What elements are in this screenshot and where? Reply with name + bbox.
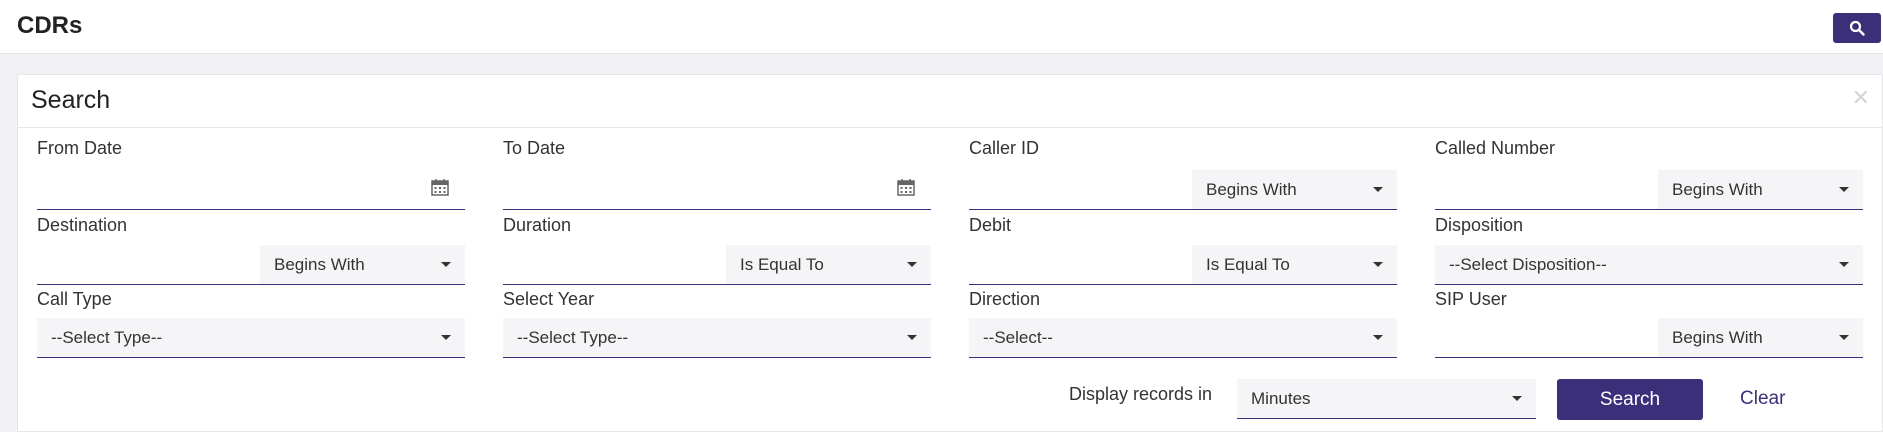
- called-number-operator-select[interactable]: Begins With: [1658, 170, 1863, 210]
- direction-value: --Select--: [983, 328, 1053, 347]
- direction-underline: [969, 357, 1397, 358]
- search-icon: [1849, 20, 1865, 36]
- duration-operator-select[interactable]: Is Equal To: [726, 245, 931, 285]
- disposition-field: Disposition --Select Disposition--: [1435, 215, 1863, 285]
- call-type-field: Call Type --Select Type--: [37, 289, 465, 359]
- to-date-input[interactable]: [503, 209, 931, 210]
- disposition-select[interactable]: --Select Disposition--: [1435, 245, 1863, 285]
- direction-select[interactable]: --Select--: [969, 318, 1397, 358]
- disposition-value: --Select Disposition--: [1449, 255, 1607, 274]
- sip-user-label: SIP User: [1435, 289, 1507, 309]
- called-number-input[interactable]: [1435, 209, 1863, 210]
- chevron-down-icon: [1839, 262, 1849, 267]
- direction-label: Direction: [969, 289, 1041, 309]
- top-bar: CDRs: [0, 0, 1883, 54]
- select-year-underline: [503, 357, 931, 358]
- page-title: CDRs: [17, 12, 83, 39]
- select-year-field: Select Year --Select Type--: [503, 289, 931, 359]
- duration-label: Duration: [503, 215, 572, 235]
- duration-input[interactable]: [503, 284, 931, 285]
- duration-operator-value: Is Equal To: [740, 255, 824, 274]
- debit-label: Debit: [969, 215, 1012, 235]
- chevron-down-icon: [1373, 262, 1383, 267]
- display-records-select[interactable]: Minutes: [1237, 379, 1536, 419]
- sip-user-operator-select[interactable]: Begins With: [1658, 318, 1863, 358]
- called-number-field: Called Number Begins With: [1435, 138, 1863, 210]
- from-date-label: From Date: [37, 138, 123, 158]
- select-year-select[interactable]: --Select Type--: [503, 318, 931, 358]
- chevron-down-icon: [441, 262, 451, 267]
- debit-operator-select[interactable]: Is Equal To: [1192, 245, 1397, 285]
- chevron-down-icon: [907, 335, 917, 340]
- caller-id-label: Caller ID: [969, 138, 1040, 158]
- call-type-select[interactable]: --Select Type--: [37, 318, 465, 358]
- select-year-label: Select Year: [503, 289, 595, 309]
- destination-operator-value: Begins With: [274, 255, 365, 274]
- panel-title: Search: [31, 86, 111, 114]
- from-date-input[interactable]: [37, 209, 465, 210]
- display-records-value: Minutes: [1251, 388, 1311, 408]
- duration-field: Duration Is Equal To: [503, 215, 931, 285]
- debit-input[interactable]: [969, 284, 1397, 285]
- close-icon[interactable]: ✕: [1852, 85, 1870, 111]
- call-type-value: --Select Type--: [51, 328, 163, 347]
- calendar-icon[interactable]: [431, 178, 449, 196]
- destination-input[interactable]: [37, 284, 465, 285]
- debit-operator-value: Is Equal To: [1206, 255, 1290, 274]
- chevron-down-icon: [907, 262, 917, 267]
- chevron-down-icon: [1512, 396, 1522, 401]
- display-records-label: Display records in: [1069, 384, 1213, 404]
- chevron-down-icon: [1373, 335, 1383, 340]
- caller-id-field: Caller ID Begins With: [969, 138, 1397, 210]
- caller-id-operator-value: Begins With: [1206, 180, 1297, 199]
- called-number-label: Called Number: [1435, 138, 1556, 158]
- chevron-down-icon: [1839, 335, 1849, 340]
- caller-id-operator-select[interactable]: Begins With: [1192, 170, 1397, 210]
- call-type-label: Call Type: [37, 289, 112, 309]
- call-type-underline: [37, 357, 465, 358]
- select-year-value: --Select Type--: [517, 328, 629, 347]
- to-date-field: To Date: [503, 138, 931, 210]
- destination-field: Destination Begins With: [37, 215, 465, 285]
- sip-user-field: SIP User Begins With: [1435, 289, 1863, 359]
- to-date-label: To Date: [503, 138, 566, 158]
- clear-button[interactable]: Clear: [1740, 388, 1785, 410]
- debit-field: Debit Is Equal To: [969, 215, 1397, 285]
- from-date-field: From Date: [37, 138, 465, 210]
- chevron-down-icon: [1373, 187, 1383, 192]
- disposition-label: Disposition: [1435, 215, 1524, 235]
- sip-user-operator-value: Begins With: [1672, 328, 1763, 347]
- destination-operator-select[interactable]: Begins With: [260, 245, 465, 285]
- search-button[interactable]: Search: [1557, 379, 1703, 420]
- toggle-search-button[interactable]: [1833, 13, 1881, 43]
- destination-label: Destination: [37, 215, 128, 235]
- calendar-icon[interactable]: [897, 178, 915, 196]
- chevron-down-icon: [1839, 187, 1849, 192]
- direction-field: Direction --Select--: [969, 289, 1397, 359]
- chevron-down-icon: [441, 335, 451, 340]
- called-number-operator-value: Begins With: [1672, 180, 1763, 199]
- sip-user-input[interactable]: [1435, 357, 1863, 358]
- panel-header: Search ✕: [18, 75, 1882, 128]
- disposition-underline: [1435, 284, 1863, 285]
- caller-id-input[interactable]: [969, 209, 1397, 210]
